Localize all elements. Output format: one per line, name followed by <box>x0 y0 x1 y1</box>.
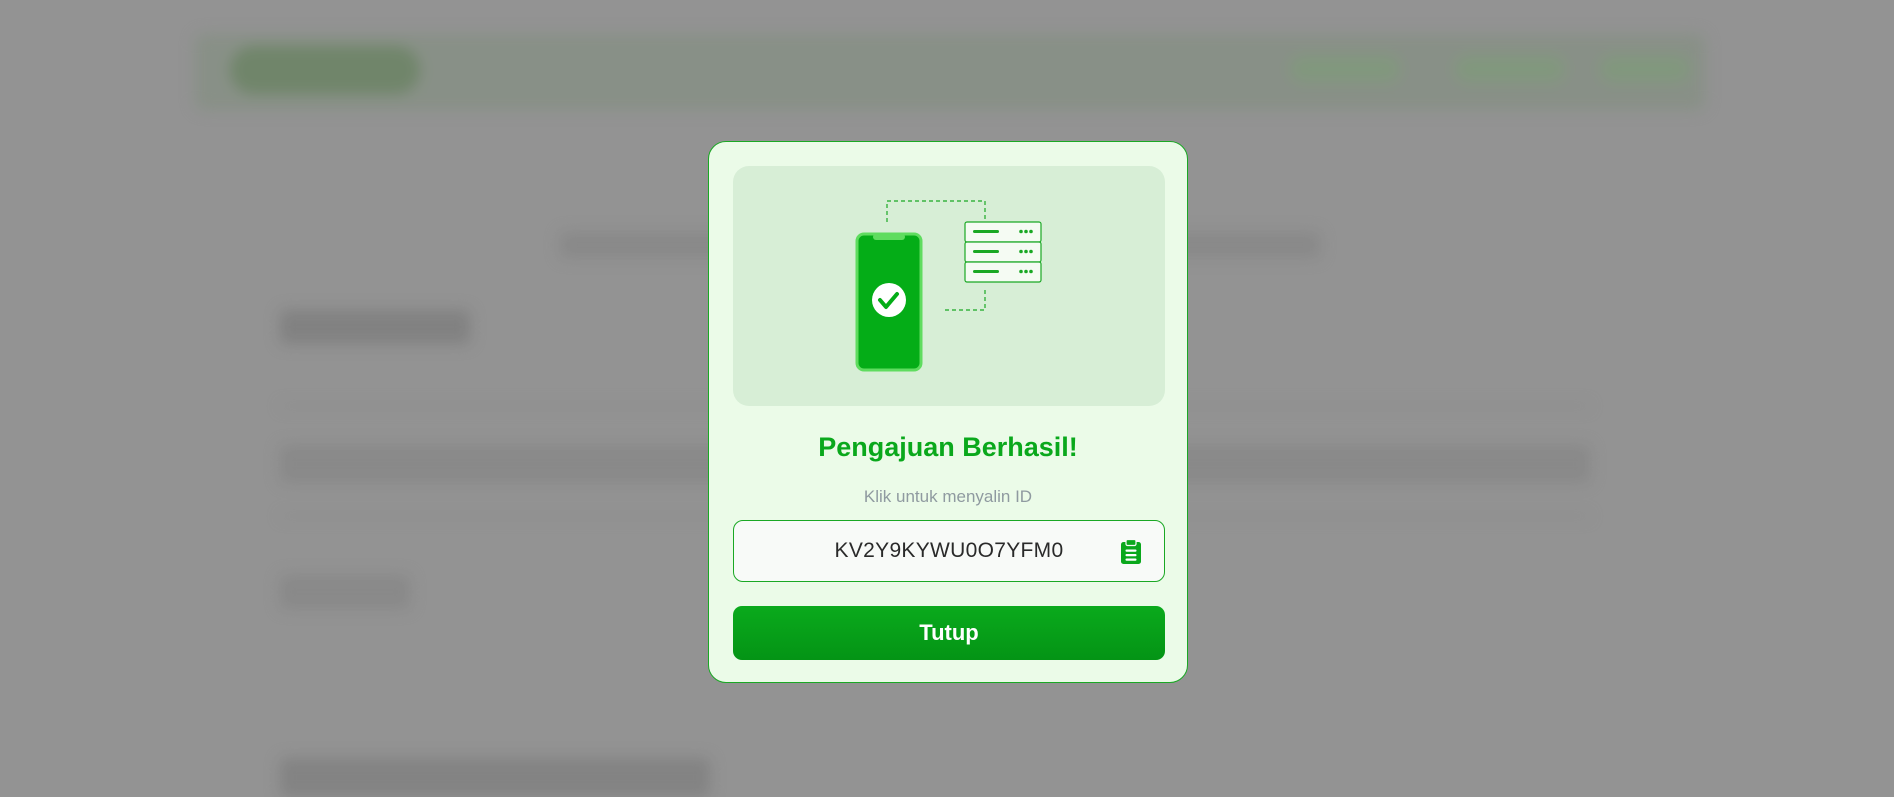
close-button[interactable]: Tutup <box>733 606 1165 660</box>
success-illustration <box>733 166 1165 406</box>
modal-title: Pengajuan Berhasil! <box>818 432 1078 462</box>
modal-subtitle: Klik untuk menyalin ID <box>863 487 1033 506</box>
server-stack-icon <box>964 221 1042 283</box>
success-modal: Pengajuan Berhasil! Klik untuk menyalin … <box>708 141 1188 683</box>
submission-id-text[interactable]: KV2Y9KYWU0O7YFM0 <box>734 539 1164 563</box>
phone-check-icon <box>855 232 923 372</box>
clipboard-icon[interactable] <box>1120 539 1142 565</box>
submission-id-copy-field[interactable]: KV2Y9KYWU0O7YFM0 <box>733 520 1165 582</box>
